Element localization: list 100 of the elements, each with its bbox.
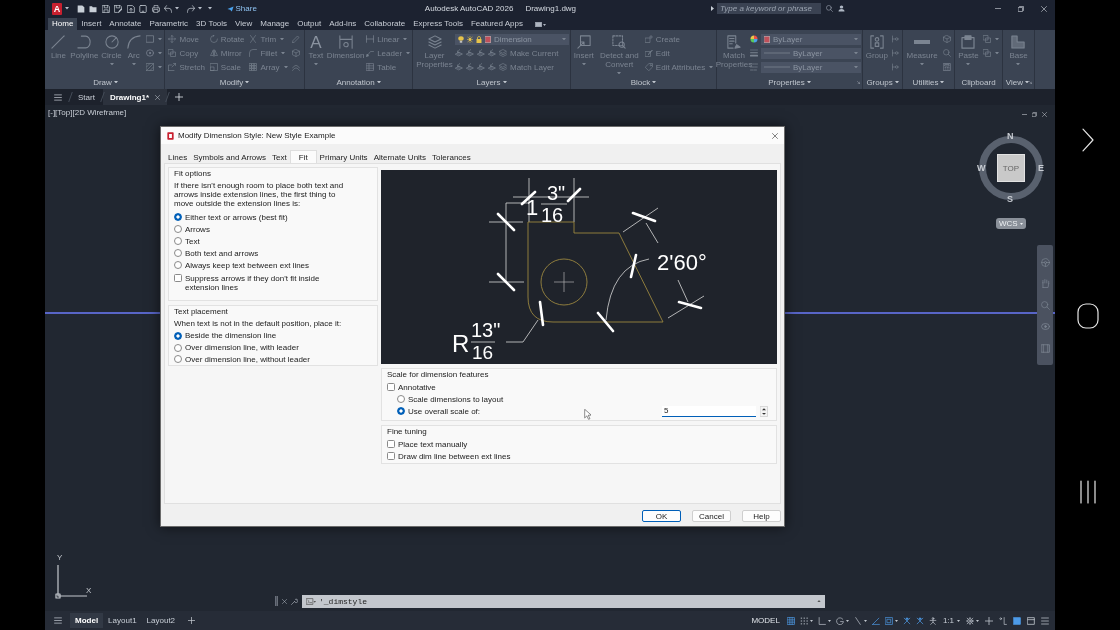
restore-icon[interactable] — [1032, 112, 1037, 117]
dialog-tab[interactable]: Alternate Units — [370, 152, 430, 163]
panel-title-button[interactable]: Clipboard — [961, 77, 996, 87]
cube-icon[interactable] — [292, 49, 301, 57]
ribbon-tab[interactable]: 3D Tools — [192, 18, 232, 30]
user-icon[interactable] — [838, 5, 845, 12]
plus-icon[interactable] — [188, 617, 196, 624]
scale-input[interactable]: 5 — [662, 405, 756, 417]
dialog-tab[interactable]: Primary Units — [316, 152, 371, 163]
color-wheel-icon[interactable] — [750, 35, 758, 43]
ribbon-tab[interactable]: Annotate — [105, 18, 146, 30]
radio-button[interactable] — [174, 237, 182, 245]
ribbon-tab[interactable]: View — [231, 18, 257, 30]
ribbon-tab[interactable]: Collaborate — [360, 18, 410, 30]
crossed-person-icon[interactable] — [902, 616, 911, 625]
caret-down-icon[interactable] — [65, 7, 69, 10]
new-file-icon[interactable] — [76, 4, 85, 13]
spinner-icon[interactable] — [760, 405, 768, 417]
plus-icon[interactable] — [175, 93, 184, 101]
dialog-tab[interactable]: Fit — [289, 150, 317, 163]
caret-down-icon[interactable] — [863, 619, 867, 622]
command-input[interactable]: '_dimstyle — [302, 594, 825, 608]
radio-button[interactable] — [174, 331, 182, 340]
redo-arrow-icon[interactable] — [186, 4, 195, 13]
layer-tool-icon[interactable] — [466, 63, 474, 71]
dots-grid-icon[interactable] — [799, 616, 808, 625]
ribbon-button[interactable] — [145, 49, 162, 57]
file-tab[interactable]: Start — [71, 89, 102, 105]
caret-down-icon[interactable] — [827, 619, 831, 622]
crossed-person-icon[interactable] — [915, 616, 924, 625]
caret-right-icon[interactable] — [711, 6, 714, 11]
magnifier-icon[interactable] — [942, 49, 951, 57]
radio-button[interactable] — [174, 225, 182, 233]
layer-tool-icon[interactable] — [477, 49, 485, 57]
checkbox[interactable] — [174, 274, 182, 282]
ribbon-tab[interactable]: Manage — [256, 18, 294, 30]
radio-button[interactable] — [174, 261, 182, 269]
ribbon-tab[interactable]: Insert — [77, 18, 106, 30]
node-icon[interactable] — [891, 49, 900, 57]
orbit-icon[interactable] — [1040, 322, 1050, 331]
line-weights-icon[interactable] — [750, 49, 758, 57]
floppy-disk-icon[interactable] — [101, 4, 110, 13]
app-logo[interactable]: A — [52, 2, 62, 15]
panel-title-button[interactable]: Properties — [768, 77, 811, 87]
layout-tab[interactable]: Model — [70, 613, 104, 628]
caret-down-icon[interactable] — [976, 619, 979, 622]
panel-title-button[interactable]: Draw — [93, 77, 118, 87]
compass-letter[interactable]: W — [977, 164, 986, 173]
panel-title-button[interactable]: Utilities — [912, 77, 945, 87]
node-icon[interactable] — [891, 35, 900, 43]
dialog-tab[interactable]: Text — [269, 152, 290, 163]
checkbox[interactable] — [387, 440, 395, 448]
layer-tool-icon[interactable] — [466, 49, 474, 57]
slanted-line-icon[interactable] — [853, 616, 862, 625]
floppy-pencil-icon[interactable] — [114, 4, 122, 13]
radio-button[interactable] — [397, 407, 405, 415]
dialog-button[interactable]: Cancel — [692, 510, 731, 522]
viewport-label[interactable]: [-][Top][2D Wireframe] — [48, 108, 127, 117]
ribbon-button[interactable] — [145, 35, 162, 43]
layer-tool-icon[interactable] — [488, 63, 496, 71]
radio-button[interactable] — [174, 213, 182, 221]
close-icon[interactable] — [772, 132, 778, 139]
angle-icon[interactable] — [871, 616, 880, 625]
launcher-arrow-icon[interactable] — [1029, 80, 1032, 84]
gear-icon[interactable] — [966, 616, 974, 625]
chevron-right-icon[interactable] — [1081, 128, 1094, 152]
compass-letter[interactable]: S — [1007, 195, 1013, 204]
panel-title-button[interactable]: View — [1005, 77, 1029, 87]
square-outline-icon[interactable] — [1027, 616, 1035, 625]
grip-icon[interactable] — [275, 596, 278, 606]
compass-letter[interactable]: N — [1007, 132, 1014, 141]
folder-icon[interactable] — [89, 4, 97, 13]
layer-tool-icon[interactable] — [477, 63, 485, 71]
undo-arrow-icon[interactable] — [164, 4, 172, 13]
magnifier-icon[interactable] — [826, 5, 833, 12]
layer-tool-icon[interactable] — [488, 49, 496, 57]
radio-button[interactable] — [174, 249, 182, 257]
right-angle-icon[interactable] — [817, 616, 826, 625]
ribbon-button[interactable] — [982, 49, 999, 57]
ribbon-tab[interactable]: Featured Apps — [466, 18, 527, 30]
hamburger-menu-icon[interactable] — [1041, 616, 1049, 625]
dialog-tab[interactable]: Symbols and Arrows — [190, 152, 270, 163]
ribbon-tab[interactable]: Output — [293, 18, 326, 30]
radio-button[interactable] — [397, 395, 405, 403]
node-icon[interactable] — [891, 63, 900, 71]
calculator-icon[interactable] — [942, 63, 951, 71]
panel-title-button[interactable]: Modify — [219, 77, 250, 87]
layout-tab[interactable]: Layout2 — [141, 613, 181, 628]
panel-title-button[interactable]: Annotation — [336, 77, 381, 87]
compass-letter[interactable]: E — [1038, 164, 1044, 173]
file-tab[interactable]: Drawing1* — [102, 89, 168, 105]
dialog-tab[interactable]: Lines — [165, 152, 191, 163]
rounded-square-icon[interactable] — [1076, 303, 1099, 329]
dotted-l-icon[interactable] — [999, 616, 1007, 625]
caret-down-icon[interactable] — [809, 619, 813, 622]
printer-icon[interactable] — [151, 4, 160, 13]
search-field[interactable]: Type a keyword or phrase — [717, 3, 821, 14]
checkbox[interactable] — [387, 452, 395, 460]
plus-icon[interactable] — [985, 616, 993, 625]
ribbon-tab[interactable]: Express Tools — [409, 18, 467, 30]
